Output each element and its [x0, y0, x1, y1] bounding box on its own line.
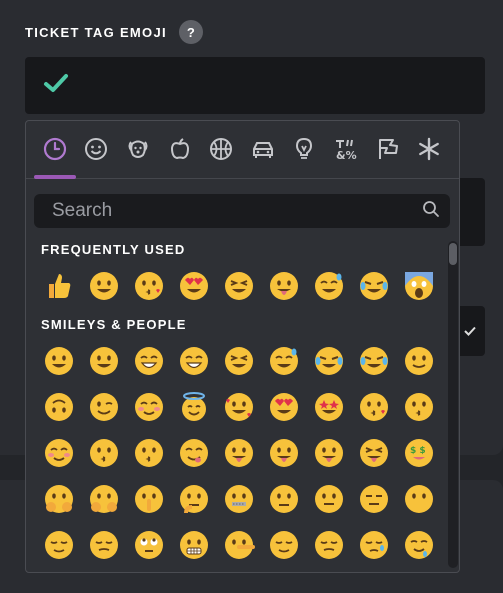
- smiley-emoji[interactable]: [171, 522, 216, 568]
- tab-symbols[interactable]: &%: [325, 121, 367, 177]
- smiley-emoji[interactable]: [126, 476, 171, 522]
- scroll-thumb[interactable]: [449, 243, 457, 265]
- smiley-emoji[interactable]: [126, 384, 171, 430]
- smiley-emoji[interactable]: [351, 476, 396, 522]
- smiley-emoji[interactable]: [261, 430, 306, 476]
- checkmark-icon: [464, 326, 476, 336]
- emoji-picker: &% FREQUENTLY USED SMILEYS & PEOPLE $ $: [25, 120, 460, 573]
- smiley-emoji[interactable]: [81, 476, 126, 522]
- travel-icon: [252, 142, 273, 158]
- smiley-emoji[interactable]: [171, 338, 216, 384]
- settings-panel: TICKET TAG EMOJI ? &% Search FREQUENTLY …: [0, 0, 503, 593]
- smiley-emoji[interactable]: [216, 384, 261, 430]
- smiley-emoji[interactable]: [351, 338, 396, 384]
- frequent-emoji-grid: [36, 263, 441, 309]
- smiley-emoji[interactable]: [171, 384, 216, 430]
- field-label: TICKET TAG EMOJI: [25, 24, 167, 40]
- help-icon[interactable]: ?: [178, 20, 203, 44]
- smiley-icon: [85, 138, 108, 160]
- smiley-emoji[interactable]: [36, 476, 81, 522]
- smiley-emoji[interactable]: [261, 522, 306, 568]
- animal-icon: [128, 140, 148, 158]
- recent-icon: [43, 137, 66, 161]
- smiley-emoji[interactable]: [306, 476, 351, 522]
- smiley-emoji[interactable]: [216, 430, 261, 476]
- green-check-icon: [43, 72, 69, 99]
- frequent-emoji[interactable]: [171, 263, 216, 309]
- tab-travel[interactable]: [242, 121, 284, 177]
- smiley-emoji[interactable]: [261, 338, 306, 384]
- smiley-emoji[interactable]: [36, 522, 81, 568]
- tab-activity[interactable]: [200, 121, 242, 177]
- smiley-emoji[interactable]: [306, 384, 351, 430]
- smileys-emoji-grid: $ $: [36, 338, 441, 568]
- smiley-emoji[interactable]: [261, 384, 306, 430]
- frequent-emoji[interactable]: [36, 263, 81, 309]
- ticket-tag-emoji-field[interactable]: [25, 57, 485, 114]
- tab-flags[interactable]: [367, 121, 409, 177]
- svg-text:$ $: $ $: [410, 446, 426, 456]
- frequent-emoji[interactable]: [351, 263, 396, 309]
- smiley-emoji[interactable]: [126, 430, 171, 476]
- smiley-emoji[interactable]: [216, 338, 261, 384]
- svg-text:&%: &%: [336, 149, 357, 162]
- frequent-emoji[interactable]: [81, 263, 126, 309]
- smiley-emoji[interactable]: [171, 430, 216, 476]
- smiley-emoji[interactable]: [216, 476, 261, 522]
- section-frequently-used: FREQUENTLY USED: [41, 242, 186, 257]
- frequent-emoji[interactable]: [216, 263, 261, 309]
- smiley-emoji[interactable]: [36, 338, 81, 384]
- smiley-emoji[interactable]: [306, 430, 351, 476]
- tab-animals[interactable]: [117, 121, 159, 177]
- smiley-emoji[interactable]: [396, 384, 441, 430]
- smiley-emoji[interactable]: [351, 384, 396, 430]
- activity-icon: [210, 138, 233, 160]
- smiley-emoji[interactable]: [216, 522, 261, 568]
- frequent-emoji[interactable]: [396, 263, 441, 309]
- smiley-emoji[interactable]: [171, 476, 216, 522]
- smiley-emoji[interactable]: [396, 476, 441, 522]
- smiley-emoji[interactable]: [306, 522, 351, 568]
- custom-icon: [419, 137, 440, 161]
- smiley-emoji[interactable]: $ $: [396, 430, 441, 476]
- smiley-emoji[interactable]: [306, 338, 351, 384]
- smiley-emoji[interactable]: [351, 522, 396, 568]
- food-icon: [170, 138, 189, 160]
- tab-recent[interactable]: [34, 121, 76, 179]
- tab-objects[interactable]: [284, 121, 326, 177]
- search-input[interactable]: [52, 200, 422, 222]
- smiley-emoji[interactable]: [126, 338, 171, 384]
- smiley-emoji[interactable]: [81, 430, 126, 476]
- field-label-row: TICKET TAG EMOJI ?: [25, 20, 203, 44]
- smiley-emoji[interactable]: [81, 338, 126, 384]
- frequent-emoji[interactable]: [261, 263, 306, 309]
- flags-icon: [378, 139, 398, 159]
- smiley-emoji[interactable]: [36, 384, 81, 430]
- smiley-emoji[interactable]: [351, 430, 396, 476]
- emoji-scrollbar[interactable]: [448, 241, 458, 568]
- emoji-search[interactable]: [34, 194, 450, 228]
- section-smileys-people: SMILEYS & PEOPLE: [41, 317, 187, 332]
- smiley-emoji[interactable]: [126, 522, 171, 568]
- smiley-emoji[interactable]: [36, 430, 81, 476]
- symbols-icon: &%: [335, 139, 357, 162]
- smiley-emoji[interactable]: [81, 384, 126, 430]
- tab-smileys[interactable]: [76, 121, 118, 177]
- smiley-emoji[interactable]: [261, 476, 306, 522]
- search-icon[interactable]: [422, 200, 440, 223]
- objects-icon: [296, 137, 313, 159]
- tab-food[interactable]: [159, 121, 201, 177]
- frequent-emoji[interactable]: [306, 263, 351, 309]
- tab-custom[interactable]: [408, 121, 450, 177]
- smiley-emoji[interactable]: [81, 522, 126, 568]
- frequent-emoji[interactable]: [126, 263, 171, 309]
- category-tabs: &%: [26, 121, 459, 179]
- smiley-emoji[interactable]: [396, 338, 441, 384]
- smiley-emoji[interactable]: [396, 522, 441, 568]
